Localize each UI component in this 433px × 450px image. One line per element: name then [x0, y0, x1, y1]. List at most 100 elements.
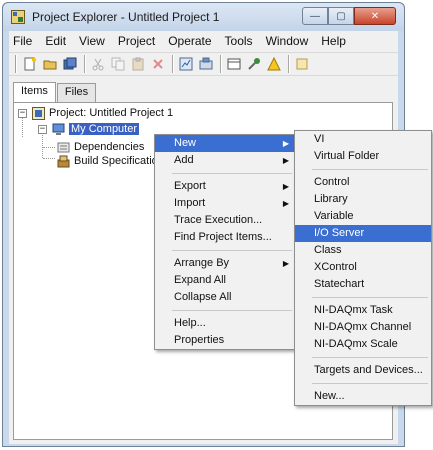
context-menu: New ▶ Add ▶ Export ▶ Import ▶ Trace Execution...… [154, 134, 296, 350]
menu-item-find-project-items[interactable]: Find Project Items... [155, 229, 295, 246]
collapse-icon[interactable]: − [38, 124, 47, 134]
menu-item-label: XControl [314, 261, 357, 273]
menu-separator [312, 297, 428, 298]
menu-item-label: Expand All [174, 274, 226, 286]
submenu-item-ni-daqmx-channel[interactable]: NI-DAQmx Channel [295, 319, 431, 336]
cut-icon[interactable] [89, 55, 107, 73]
menu-item-label: Collapse All [174, 291, 232, 303]
delete-icon[interactable] [149, 55, 167, 73]
tree-connector [43, 147, 55, 148]
save-all-icon[interactable] [61, 55, 79, 73]
tab-files[interactable]: Files [56, 83, 97, 102]
menu-item-label: Add [174, 154, 194, 166]
tree-node-dependencies[interactable]: Dependencies [56, 140, 144, 154]
submenu-item-variable[interactable]: Variable [295, 208, 431, 225]
menu-item-label: New... [314, 390, 345, 402]
open-icon[interactable] [41, 55, 59, 73]
copy-icon[interactable] [109, 55, 127, 73]
submenu-arrow-icon: ▶ [282, 182, 289, 191]
menu-separator [172, 173, 292, 174]
menu-help[interactable]: Help [321, 34, 346, 48]
toolbar-separator [84, 55, 86, 73]
submenu-item-control[interactable]: Control [295, 174, 431, 191]
menu-item-label: Class [314, 244, 342, 256]
submenu-arrow-icon: ▶ [282, 259, 289, 268]
menu-separator [312, 357, 428, 358]
menu-item-label: Find Project Items... [174, 231, 272, 243]
menu-edit[interactable]: Edit [45, 34, 66, 48]
submenu-item-xcontrol[interactable]: XControl [295, 259, 431, 276]
tree-label-my-computer: My Computer [69, 123, 140, 135]
menu-file[interactable]: File [13, 34, 32, 48]
tab-items[interactable]: Items [13, 82, 56, 103]
toolbar-separator [288, 55, 290, 73]
tools-icon[interactable] [245, 55, 263, 73]
paste-icon[interactable] [129, 55, 147, 73]
menu-item-label: Help... [174, 317, 206, 329]
menu-item-add[interactable]: Add ▶ [155, 152, 295, 169]
minimize-button[interactable]: — [302, 7, 328, 25]
toolbar-separator [220, 55, 222, 73]
window-title: Project Explorer - Untitled Project 1 [32, 10, 220, 24]
submenu-item-i-o-server[interactable]: I/O Server [295, 225, 431, 242]
menu-item-trace-execution[interactable]: Trace Execution... [155, 212, 295, 229]
toolbar-grip[interactable] [15, 55, 17, 73]
warning-icon[interactable] [265, 55, 283, 73]
menu-separator [172, 250, 292, 251]
menu-project[interactable]: Project [118, 34, 155, 48]
new-icon[interactable] [21, 55, 39, 73]
menu-item-label: Library [314, 193, 348, 205]
build-specifications-icon [56, 154, 70, 168]
menu-item-expand-all[interactable]: Expand All [155, 272, 295, 289]
properties-icon[interactable] [293, 55, 311, 73]
tree-node-my-computer[interactable]: − My Computer [38, 122, 140, 136]
menu-item-help[interactable]: Help... [155, 315, 295, 332]
tab-strip: Items Files [13, 82, 97, 103]
menu-item-label: Control [314, 176, 350, 188]
menu-separator [172, 310, 292, 311]
menu-item-label: I/O Server [314, 227, 365, 239]
submenu-item-ni-daqmx-task[interactable]: NI-DAQmx Task [295, 302, 431, 319]
build-icon[interactable] [197, 55, 215, 73]
submenu-item-library[interactable]: Library [295, 191, 431, 208]
menu-operate[interactable]: Operate [168, 34, 211, 48]
tree-node-build-specs[interactable]: Build Specifications [56, 154, 169, 168]
submenu-item-ni-daqmx-scale[interactable]: NI-DAQmx Scale [295, 336, 431, 353]
menu-bar: File Edit View Project Operate Tools Win… [9, 31, 398, 51]
menu-item-label: Targets and Devices... [314, 364, 423, 376]
collapse-icon[interactable]: − [18, 108, 27, 118]
submenu-arrow-icon: ▶ [282, 156, 289, 165]
menu-tools[interactable]: Tools [225, 34, 253, 48]
submenu-item-targets-and-devices[interactable]: Targets and Devices... [295, 362, 431, 379]
submenu-item-statechart[interactable]: Statechart [295, 276, 431, 293]
submenu-item-new[interactable]: New... [295, 388, 431, 405]
menu-item-label: NI-DAQmx Channel [314, 321, 412, 333]
menu-item-new[interactable]: New ▶ [155, 135, 295, 152]
menu-item-properties[interactable]: Properties [155, 332, 295, 349]
dependencies-icon [56, 140, 70, 154]
menu-item-label: VI [314, 133, 325, 145]
toolbar [9, 52, 398, 76]
menu-item-collapse-all[interactable]: Collapse All [155, 289, 295, 306]
menu-item-export[interactable]: Export ▶ [155, 178, 295, 195]
close-button[interactable]: ✕ [354, 7, 396, 25]
submenu-item-class[interactable]: Class [295, 242, 431, 259]
toolbar-separator [172, 55, 174, 73]
menu-item-import[interactable]: Import ▶ [155, 195, 295, 212]
menu-window[interactable]: Window [266, 34, 309, 48]
menu-view[interactable]: View [79, 34, 105, 48]
tree-connector [43, 158, 55, 159]
maximize-button[interactable]: ▢ [328, 7, 354, 25]
project-icon [31, 106, 45, 120]
vi-settings-icon[interactable] [177, 55, 195, 73]
title-bar[interactable]: Project Explorer - Untitled Project 1 — … [3, 3, 404, 31]
tree-node-project[interactable]: − Project: Untitled Project 1 [18, 106, 173, 120]
submenu-arrow-icon: ▶ [282, 139, 289, 148]
menu-item-arrange-by[interactable]: Arrange By ▶ [155, 255, 295, 272]
menu-item-label: Statechart [314, 278, 365, 290]
view-icon[interactable] [225, 55, 243, 73]
submenu-item-virtual-folder[interactable]: Virtual Folder [295, 148, 431, 165]
submenu-item-vi[interactable]: VI [295, 131, 431, 148]
menu-item-label: NI-DAQmx Scale [314, 338, 398, 350]
menu-separator [312, 383, 428, 384]
